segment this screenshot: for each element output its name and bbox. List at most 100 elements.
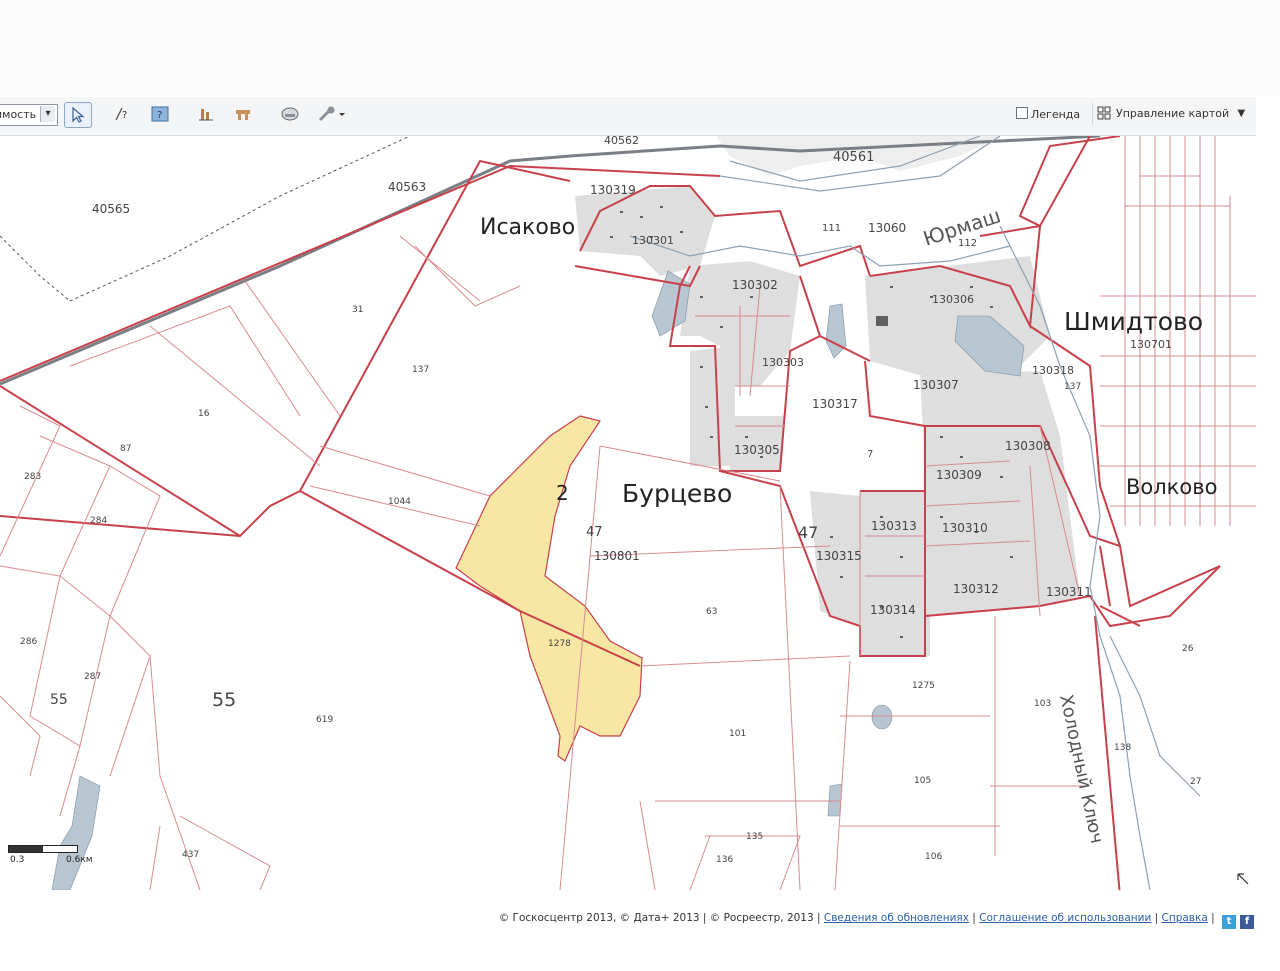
legend-label: Легенда [1031, 108, 1081, 121]
grid-icon [1097, 106, 1111, 120]
parcel-label: 287 [84, 672, 101, 682]
parcel-label: 135 [746, 832, 763, 842]
parcel-label: 130313 [871, 519, 917, 533]
parcel-label: 130308 [1005, 439, 1051, 453]
expand-icon[interactable] [1237, 873, 1249, 885]
parcel-label: 130319 [590, 183, 636, 197]
tools-menu-button[interactable] [314, 102, 350, 126]
parcel-label: 1278 [548, 639, 571, 649]
print-icon [281, 107, 299, 121]
parcel-label: 130314 [870, 603, 916, 617]
parcel-label: 55 [50, 692, 68, 708]
parcel-label: 130301 [632, 234, 674, 247]
parcel-label: 1044 [388, 497, 411, 507]
map-control-dropdown[interactable]: Управление картой ▼ [1092, 103, 1251, 125]
village-label: Исаково [480, 215, 575, 240]
cursor-arrow-icon [72, 106, 85, 123]
parcel-label: 101 [729, 729, 746, 739]
parcel-label: 284 [90, 516, 107, 526]
district-boundary-west [0, 235, 71, 302]
legend-checkbox[interactable] [1016, 107, 1028, 119]
parcel-label: 47 [798, 523, 818, 542]
parcel-label: 130318 [1032, 364, 1074, 377]
parcel-label: 112 [958, 238, 977, 249]
parcel-label: 47 [586, 525, 603, 540]
parcel-label: 55 [212, 689, 236, 711]
copyright-text: © Госкосцентр 2013, © Дата+ 2013 | © Рос… [498, 912, 821, 924]
print-button[interactable] [277, 102, 303, 126]
parcel-label: 286 [20, 637, 37, 647]
layer-select[interactable]: имость ▾ [0, 104, 58, 126]
svg-text:?: ? [157, 110, 162, 121]
parcel-label: 130302 [732, 278, 778, 292]
parcel-label: 63 [706, 607, 717, 617]
chevron-down-icon: ▾ [40, 106, 55, 122]
scale-bar [8, 845, 78, 853]
area-measure-icon [236, 110, 250, 120]
parcel-label: 138 [1114, 743, 1131, 753]
terms-link[interactable]: Соглашение об использовании [979, 912, 1151, 924]
parcel-label: 27 [1190, 777, 1201, 787]
parcel-label: 130311 [1046, 585, 1092, 599]
pointer-tool-button[interactable] [64, 102, 92, 128]
parcel-label: 130305 [734, 443, 780, 457]
parcel-label: 130312 [953, 582, 999, 596]
parcel-label: 130309 [936, 468, 982, 482]
parcel-label: 106 [925, 852, 942, 862]
parcel-label: 137 [1064, 382, 1081, 392]
parcel-label: 40563 [388, 180, 426, 194]
parcel-label: 130317 [812, 397, 858, 411]
parcel-label: 16 [198, 409, 210, 419]
village-labels: Исаково Бурцево Шмидтово Волково [480, 215, 1217, 508]
highlighted-parcel[interactable] [455, 415, 643, 762]
parcel-label: 40561 [833, 150, 874, 165]
village-label: Волково [1126, 475, 1217, 499]
parcel-label: 1275 [912, 681, 935, 691]
parcel-label: 2 [556, 481, 569, 505]
identify-tool-button[interactable]: ? [110, 102, 136, 126]
district-boundary [69, 136, 411, 302]
parcel-label: 103 [1034, 699, 1051, 709]
identify-question-icon: ? [115, 107, 127, 121]
parcel-label: 130303 [762, 356, 804, 369]
village-label: Бурцево [622, 479, 732, 508]
cadastral-map[interactable]: Исаково Бурцево Шмидтово Волково Юрмаш Х… [0, 136, 1256, 890]
scale-label-left: 0.3 [10, 855, 25, 865]
svg-text:?: ? [122, 110, 127, 121]
info-box-icon: ? [151, 106, 169, 122]
measure-area-button[interactable] [230, 102, 256, 126]
info-area-button[interactable]: ? [147, 102, 173, 126]
map-control-label: Управление картой [1116, 107, 1230, 120]
footer: © Госкосцентр 2013, © Дата+ 2013 | © Рос… [0, 896, 1280, 956]
facebook-icon[interactable]: f [1240, 915, 1254, 929]
parcel-label: 130307 [913, 378, 959, 392]
river-label: Холодный Ключ [1055, 693, 1107, 846]
parcel-label: 31 [352, 305, 363, 315]
parcel-label: 437 [182, 850, 199, 860]
village-label: Шмидтово [1064, 307, 1203, 336]
parcel-label: 105 [914, 776, 931, 786]
parcel-label: 40562 [604, 136, 639, 147]
measure-distance-button[interactable] [193, 102, 219, 126]
scan-margin [0, 0, 1280, 96]
parcel-label: 13060 [868, 221, 906, 235]
map-toolbar: имость ▾ ? ? [0, 97, 1256, 136]
parcel-label: 130310 [942, 521, 988, 535]
parcel-label: 136 [716, 855, 733, 865]
parcel-label: 7 [867, 449, 873, 460]
parcel-label: 40565 [92, 202, 130, 216]
updates-link[interactable]: Сведения об обновлениях [824, 912, 969, 924]
parcel-label: 130315 [816, 549, 862, 563]
wrench-icon [318, 106, 345, 122]
parcel-label: 87 [120, 444, 131, 454]
chevron-down-icon: ▼ [1237, 108, 1246, 119]
legend-toggle[interactable]: Легенда [1016, 107, 1080, 121]
parcel-label: 283 [24, 472, 41, 482]
parcel-label: 130701 [1130, 338, 1172, 351]
twitter-icon[interactable]: t [1222, 915, 1236, 929]
help-link[interactable]: Справка [1162, 912, 1208, 924]
parcel-label: 130306 [932, 293, 974, 306]
copyright-line: © Госкосцентр 2013, © Дата+ 2013 | © Рос… [499, 912, 1254, 929]
parcel-label: 111 [822, 223, 841, 234]
parcel-label: 619 [316, 715, 333, 725]
